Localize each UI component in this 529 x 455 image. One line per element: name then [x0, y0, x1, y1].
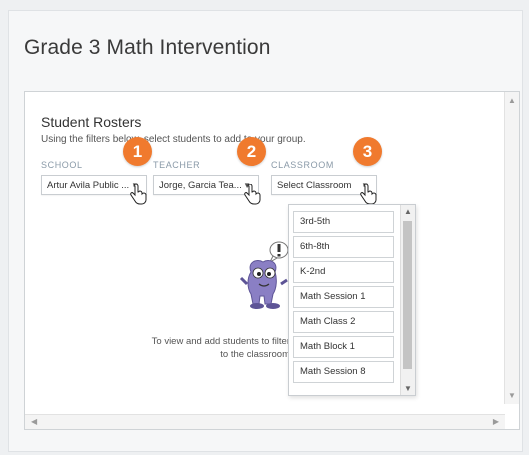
- teacher-label: TEACHER: [153, 160, 201, 170]
- classroom-option[interactable]: Math Class 2: [293, 311, 394, 333]
- classroom-select-value: Select Classroom: [277, 180, 352, 191]
- panel-horizontal-scrollbar[interactable]: ◀ ▶: [25, 414, 505, 429]
- hand-pointer-icon: [130, 184, 147, 205]
- step-badge-2: 2: [237, 137, 266, 166]
- dropdown-scroll-thumb[interactable]: [403, 221, 412, 369]
- step-badge-3: 3: [353, 137, 382, 166]
- school-label: SCHOOL: [41, 160, 83, 170]
- dropdown-scrollbar[interactable]: ▲ ▼: [400, 205, 415, 395]
- classroom-option[interactable]: Math Session 1: [293, 286, 394, 308]
- classroom-option[interactable]: Math Block 1: [293, 336, 394, 358]
- scroll-up-icon[interactable]: ▲: [508, 96, 516, 105]
- scroll-down-icon[interactable]: ▼: [508, 391, 516, 400]
- hand-pointer-icon: [244, 184, 261, 205]
- classroom-option[interactable]: K-2nd: [293, 261, 394, 283]
- classroom-option[interactable]: 3rd-5th: [293, 211, 394, 233]
- scroll-down-icon[interactable]: ▼: [404, 384, 412, 393]
- student-rosters-panel: Student Rosters Using the filters below,…: [24, 91, 520, 430]
- scroll-left-icon[interactable]: ◀: [31, 417, 37, 426]
- section-subtitle: Using the filters below, select students…: [41, 134, 306, 145]
- classroom-label: CLASSROOM: [271, 160, 334, 170]
- hand-pointer-icon: [360, 184, 377, 205]
- scroll-right-icon[interactable]: ▶: [493, 417, 499, 426]
- classroom-option[interactable]: Math Session 8: [293, 361, 394, 383]
- section-title: Student Rosters: [41, 114, 142, 130]
- page-title: Grade 3 Math Intervention: [24, 36, 271, 59]
- scroll-up-icon[interactable]: ▲: [404, 207, 412, 216]
- classroom-dropdown[interactable]: 3rd-5th 6th-8th K-2nd Math Session 1 Mat…: [288, 204, 416, 396]
- panel-vertical-scrollbar[interactable]: ▲ ▼: [504, 92, 519, 404]
- classroom-option[interactable]: 6th-8th: [293, 236, 394, 258]
- step-badge-1: 1: [123, 137, 152, 166]
- teacher-select-value: Jorge, Garcia Tea...: [159, 180, 242, 191]
- school-select-value: Artur Avila Public ...: [47, 180, 130, 191]
- empty-state-message: To view and add students to filter to th…: [151, 336, 290, 360]
